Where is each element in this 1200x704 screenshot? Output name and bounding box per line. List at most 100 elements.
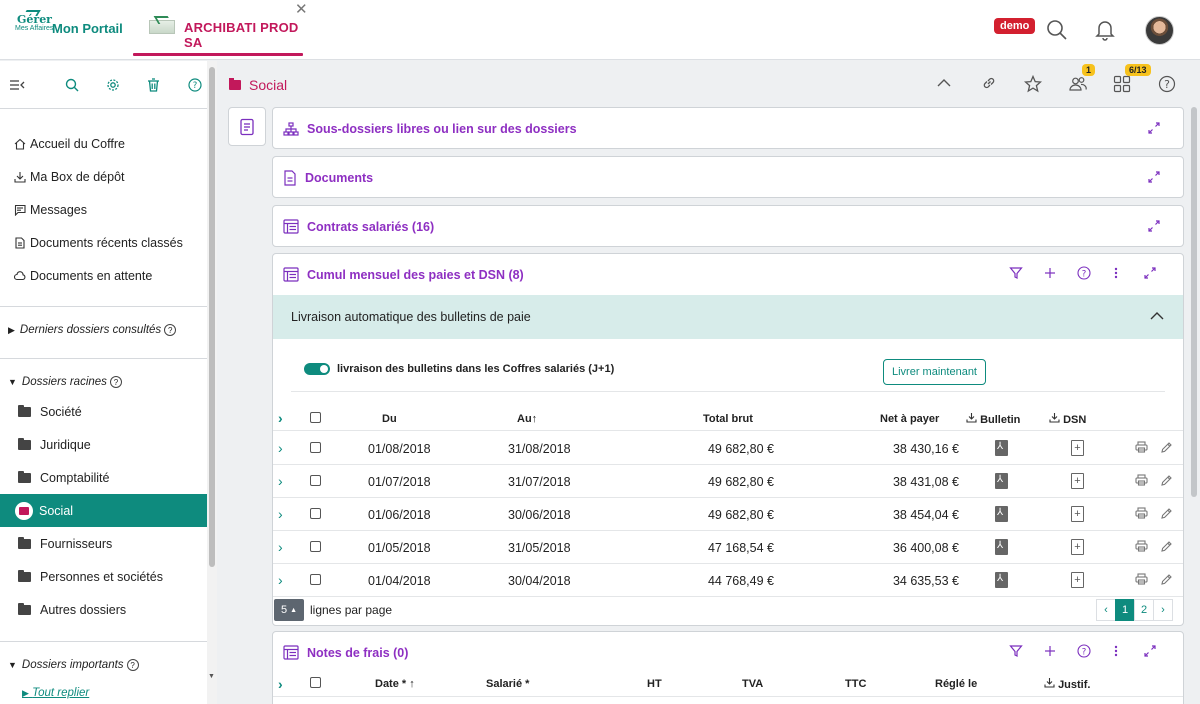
add-dsn-file-icon[interactable]: +: [1071, 440, 1084, 456]
help-icon[interactable]: ?: [126, 659, 139, 671]
chevron-up-icon[interactable]: [1149, 309, 1165, 323]
print-icon[interactable]: [1135, 540, 1148, 555]
expand-row-icon[interactable]: ›: [278, 441, 283, 455]
table-row[interactable]: › 01/08/2018 31/08/2018 49 682,80 € 38 430,1…: [273, 432, 1183, 465]
add-dsn-file-icon[interactable]: +: [1071, 473, 1084, 489]
filter-icon[interactable]: [1009, 644, 1023, 658]
add-icon[interactable]: [1043, 266, 1057, 280]
col-bulletin[interactable]: Bulletin: [966, 412, 1020, 426]
print-icon[interactable]: [1135, 474, 1148, 489]
expand-row-icon[interactable]: ›: [278, 507, 283, 521]
panel-documents[interactable]: Documents: [272, 156, 1184, 198]
portal-home-link[interactable]: Gérer Mes Affaires Mon Portail: [15, 10, 123, 42]
page-1-button[interactable]: 1: [1115, 599, 1135, 621]
delivery-toggle[interactable]: [304, 363, 330, 375]
folder-juridique[interactable]: Juridique: [0, 428, 207, 461]
panel-header[interactable]: Contrats salariés (16): [273, 206, 1183, 247]
print-icon[interactable]: [1135, 441, 1148, 456]
user-avatar[interactable]: [1145, 16, 1174, 45]
help-icon[interactable]: ?: [1077, 644, 1091, 658]
root-folders-section[interactable]: ▼ Dossiers racines ?: [8, 376, 122, 388]
next-page-button[interactable]: ›: [1153, 599, 1173, 621]
row-checkbox[interactable]: [310, 442, 321, 453]
row-checkbox[interactable]: [310, 508, 321, 519]
chevron-right-icon[interactable]: ›: [278, 677, 283, 691]
add-dsn-file-icon[interactable]: +: [1071, 539, 1084, 555]
row-checkbox[interactable]: [310, 574, 321, 585]
print-icon[interactable]: [1135, 507, 1148, 522]
edit-pencil-icon[interactable]: [1160, 540, 1173, 556]
expand-icon[interactable]: [1143, 644, 1157, 658]
edit-pencil-icon[interactable]: [1160, 441, 1173, 457]
sidebar-search-icon[interactable]: [51, 78, 92, 92]
delivery-banner[interactable]: Livraison automatique des bulletins de p…: [273, 295, 1183, 339]
edit-pencil-icon[interactable]: [1160, 474, 1173, 490]
print-icon[interactable]: [1135, 573, 1148, 588]
nav-accueil[interactable]: Accueil du Coffre: [0, 127, 207, 160]
col-dsn[interactable]: DSN: [1049, 412, 1086, 426]
col-ht[interactable]: HT: [647, 678, 662, 690]
bell-icon[interactable]: [1093, 18, 1117, 42]
chevron-up-icon[interactable]: [936, 75, 952, 91]
expand-icon[interactable]: [1147, 170, 1161, 184]
pdf-file-icon[interactable]: [995, 440, 1008, 456]
select-all-checkbox[interactable]: [310, 677, 321, 688]
users-icon[interactable]: [1069, 75, 1087, 93]
star-icon[interactable]: [1024, 75, 1042, 93]
add-icon[interactable]: [1043, 644, 1057, 658]
prev-page-button[interactable]: ‹: [1096, 599, 1116, 621]
help-icon[interactable]: ?: [164, 324, 177, 336]
col-net-a-payer[interactable]: Net à payer: [880, 413, 939, 425]
expand-icon[interactable]: [1147, 219, 1161, 233]
col-au[interactable]: Au↑: [517, 413, 537, 425]
main-scrollbar[interactable]: [1190, 107, 1198, 704]
search-icon[interactable]: [1045, 18, 1069, 42]
more-vertical-icon[interactable]: [1113, 644, 1119, 658]
scroll-down-icon[interactable]: ▼: [208, 673, 215, 680]
col-justif[interactable]: Justif.: [1044, 677, 1090, 691]
expand-row-icon[interactable]: ›: [278, 573, 283, 587]
close-tab-icon[interactable]: ✕: [295, 0, 308, 18]
nav-box-depot[interactable]: Ma Box de dépôt: [0, 160, 207, 193]
col-tva[interactable]: TVA: [742, 678, 763, 690]
help-icon[interactable]: ?: [109, 376, 122, 388]
expand-icon[interactable]: [1143, 266, 1157, 280]
pdf-file-icon[interactable]: [995, 572, 1008, 588]
folder-societe[interactable]: Société: [0, 395, 207, 428]
table-row[interactable]: › 01/07/2018 31/07/2018 49 682,80 € 38 431,0…: [273, 465, 1183, 498]
pdf-file-icon[interactable]: [995, 506, 1008, 522]
help-icon[interactable]: ?: [1158, 75, 1176, 93]
expand-row-icon[interactable]: ›: [278, 474, 283, 488]
row-checkbox[interactable]: [310, 475, 321, 486]
panel-header[interactable]: Documents: [273, 157, 1183, 198]
link-icon[interactable]: [981, 75, 997, 91]
expand-row-icon[interactable]: ›: [278, 540, 283, 554]
pdf-file-icon[interactable]: [995, 473, 1008, 489]
page-2-button[interactable]: 2: [1134, 599, 1154, 621]
folder-autres[interactable]: Autres dossiers: [0, 593, 207, 626]
important-folders-section[interactable]: ▼ Dossiers importants ?: [8, 659, 139, 671]
folder-comptabilite[interactable]: Comptabilité: [0, 461, 207, 494]
help-icon[interactable]: ?: [1077, 266, 1091, 280]
edit-pencil-icon[interactable]: [1160, 507, 1173, 523]
collapse-menu-icon[interactable]: [10, 79, 51, 91]
panel-contrats[interactable]: Contrats salariés (16): [272, 205, 1184, 247]
settings-gear-icon[interactable]: [92, 78, 133, 92]
table-row[interactable]: › 01/06/2018 30/06/2018 49 682,80 € 38 454,0…: [273, 498, 1183, 531]
folder-social[interactable]: Social: [0, 494, 207, 527]
filter-icon[interactable]: [1009, 266, 1023, 280]
col-date[interactable]: Date * ↑: [375, 678, 415, 690]
panel-sous-dossiers[interactable]: Sous-dossiers libres ou lien sur des dos…: [272, 107, 1184, 149]
add-dsn-file-icon[interactable]: +: [1071, 506, 1084, 522]
sidebar-scrollbar[interactable]: ▼: [207, 61, 217, 704]
table-row[interactable]: › 01/04/2018 30/04/2018 44 768,49 € 34 635,5…: [273, 564, 1183, 597]
expand-icon[interactable]: [1147, 121, 1161, 135]
row-checkbox[interactable]: [310, 541, 321, 552]
nav-documents-attente[interactable]: Documents en attente: [0, 259, 207, 292]
col-total-brut[interactable]: Total brut: [703, 413, 753, 425]
folder-personnes-societes[interactable]: Personnes et sociétés: [0, 560, 207, 593]
nav-messages[interactable]: Messages: [0, 193, 207, 226]
tasks-grid-icon[interactable]: [1113, 75, 1131, 93]
more-vertical-icon[interactable]: [1113, 266, 1119, 280]
collapse-all-link[interactable]: ▶ Tout replier: [22, 687, 89, 699]
